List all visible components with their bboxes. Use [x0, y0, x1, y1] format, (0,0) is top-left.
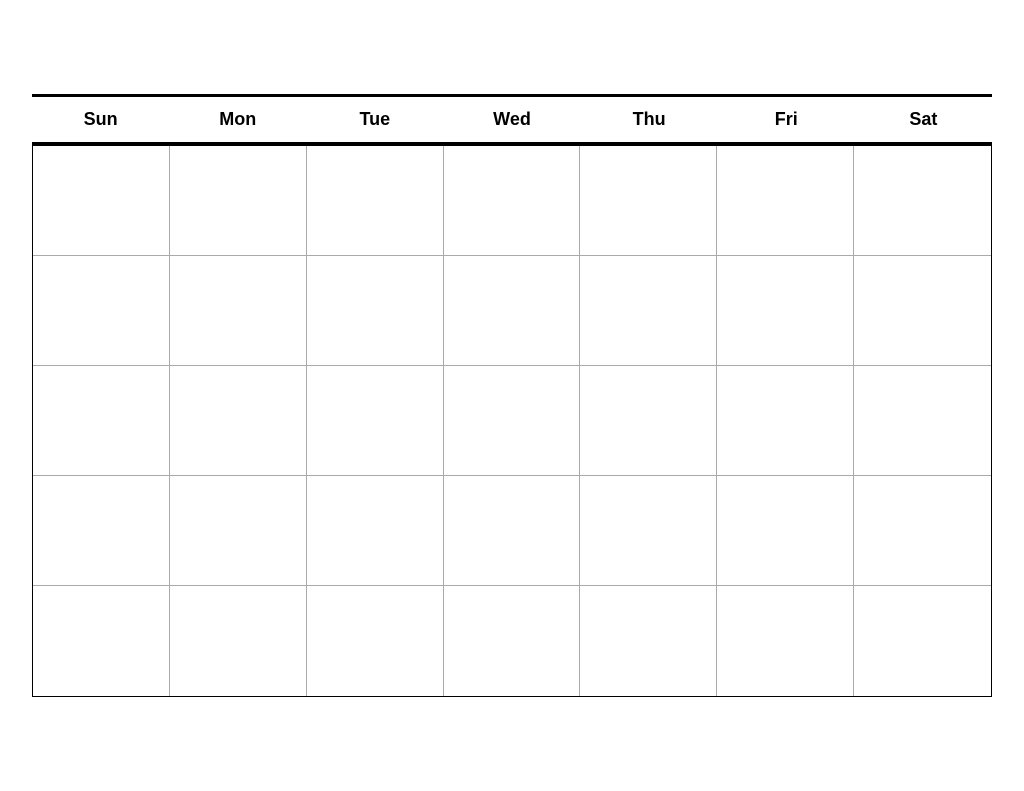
calendar-cell[interactable] — [307, 146, 444, 256]
calendar-cell[interactable] — [854, 366, 991, 476]
calendar-cell[interactable] — [307, 476, 444, 586]
calendar-cell[interactable] — [170, 146, 307, 256]
calendar-grid — [32, 145, 992, 697]
calendar-cell[interactable] — [580, 476, 717, 586]
calendar-cell[interactable] — [307, 366, 444, 476]
calendar-cell[interactable] — [854, 586, 991, 696]
calendar-cell[interactable] — [580, 586, 717, 696]
day-header-thu: Thu — [581, 105, 718, 134]
calendar-header: Sun Mon Tue Wed Thu Fri Sat — [32, 94, 992, 145]
calendar-cell[interactable] — [33, 476, 170, 586]
calendar-cell[interactable] — [580, 256, 717, 366]
calendar-cell[interactable] — [580, 366, 717, 476]
day-header-tue: Tue — [306, 105, 443, 134]
day-header-sun: Sun — [32, 105, 169, 134]
calendar-container: Sun Mon Tue Wed Thu Fri Sat — [32, 94, 992, 697]
calendar-cell[interactable] — [717, 256, 854, 366]
calendar-cell[interactable] — [580, 146, 717, 256]
calendar-cell[interactable] — [170, 366, 307, 476]
day-header-fri: Fri — [718, 105, 855, 134]
calendar-cell[interactable] — [444, 146, 581, 256]
calendar-cell[interactable] — [444, 586, 581, 696]
calendar-cell[interactable] — [444, 476, 581, 586]
calendar-cell[interactable] — [33, 366, 170, 476]
calendar-cell[interactable] — [717, 476, 854, 586]
calendar-cell[interactable] — [854, 256, 991, 366]
day-header-mon: Mon — [169, 105, 306, 134]
calendar-cell[interactable] — [170, 256, 307, 366]
calendar-cell[interactable] — [170, 586, 307, 696]
calendar-cell[interactable] — [33, 586, 170, 696]
calendar-cell[interactable] — [717, 366, 854, 476]
calendar-cell[interactable] — [444, 366, 581, 476]
day-header-wed: Wed — [443, 105, 580, 134]
day-header-sat: Sat — [855, 105, 992, 134]
calendar-cell[interactable] — [170, 476, 307, 586]
calendar-cell[interactable] — [717, 146, 854, 256]
calendar-cell[interactable] — [307, 256, 444, 366]
calendar-cell[interactable] — [33, 256, 170, 366]
calendar-cell[interactable] — [307, 586, 444, 696]
calendar-cell[interactable] — [854, 476, 991, 586]
calendar-cell[interactable] — [444, 256, 581, 366]
calendar-cell[interactable] — [33, 146, 170, 256]
calendar-cell[interactable] — [717, 586, 854, 696]
calendar-cell[interactable] — [854, 146, 991, 256]
